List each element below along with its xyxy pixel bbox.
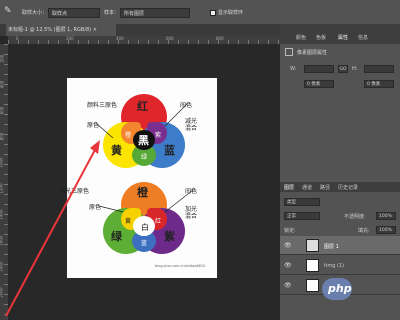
layer-row[interactable]: 👁 timg (1) — [280, 256, 400, 275]
w-label: W: — [290, 66, 297, 72]
blend-mode-select[interactable]: 正常 — [284, 212, 320, 220]
tab-channels[interactable]: 通道 — [302, 184, 312, 191]
h-label: H: — [352, 66, 358, 72]
properties-title: 像素图层属性 — [297, 50, 328, 56]
tab-paths[interactable]: 路径 — [320, 184, 330, 191]
layer-name[interactable]: timg (1) — [324, 263, 344, 269]
layer-thumbnail — [306, 279, 319, 292]
tab-info[interactable]: 信息 — [358, 34, 368, 41]
php-watermark-text: php — [328, 282, 352, 295]
opacity-field[interactable]: 100% — [376, 212, 396, 220]
red-annotation-arrow — [5, 140, 100, 317]
tab-swatches[interactable]: 色板 — [316, 34, 326, 41]
layer-thumbnail — [306, 239, 319, 252]
link-button[interactable]: GO — [338, 65, 348, 73]
tab-color[interactable]: 颜色 — [296, 34, 306, 41]
tab-history[interactable]: 历史记录 — [338, 184, 358, 191]
h-field[interactable] — [364, 65, 394, 73]
opacity-label: 不透明度: — [344, 214, 366, 220]
eye-icon[interactable]: 👁 — [284, 242, 292, 249]
y-field[interactable]: 0 像素 — [364, 80, 394, 88]
lock-label: 锁定: — [284, 228, 296, 234]
layer-thumbnail — [306, 259, 319, 272]
layer-row[interactable]: 👁 图层 1 — [280, 236, 400, 255]
pixel-layer-icon — [285, 48, 293, 56]
eye-icon[interactable]: 👁 — [284, 262, 292, 269]
w-field[interactable] — [304, 65, 334, 73]
eye-icon[interactable]: 👁 — [284, 282, 292, 289]
layer-kind-filter[interactable]: 类型 — [284, 198, 320, 206]
layer-name[interactable]: 图层 1 — [324, 243, 339, 250]
tab-properties[interactable]: 属性 — [338, 34, 348, 41]
fill-field[interactable]: 100% — [376, 226, 396, 234]
fill-label: 填充: — [358, 228, 370, 234]
x-field[interactable]: 0 像素 — [304, 80, 334, 88]
tab-layers[interactable]: 图层 — [284, 184, 294, 191]
